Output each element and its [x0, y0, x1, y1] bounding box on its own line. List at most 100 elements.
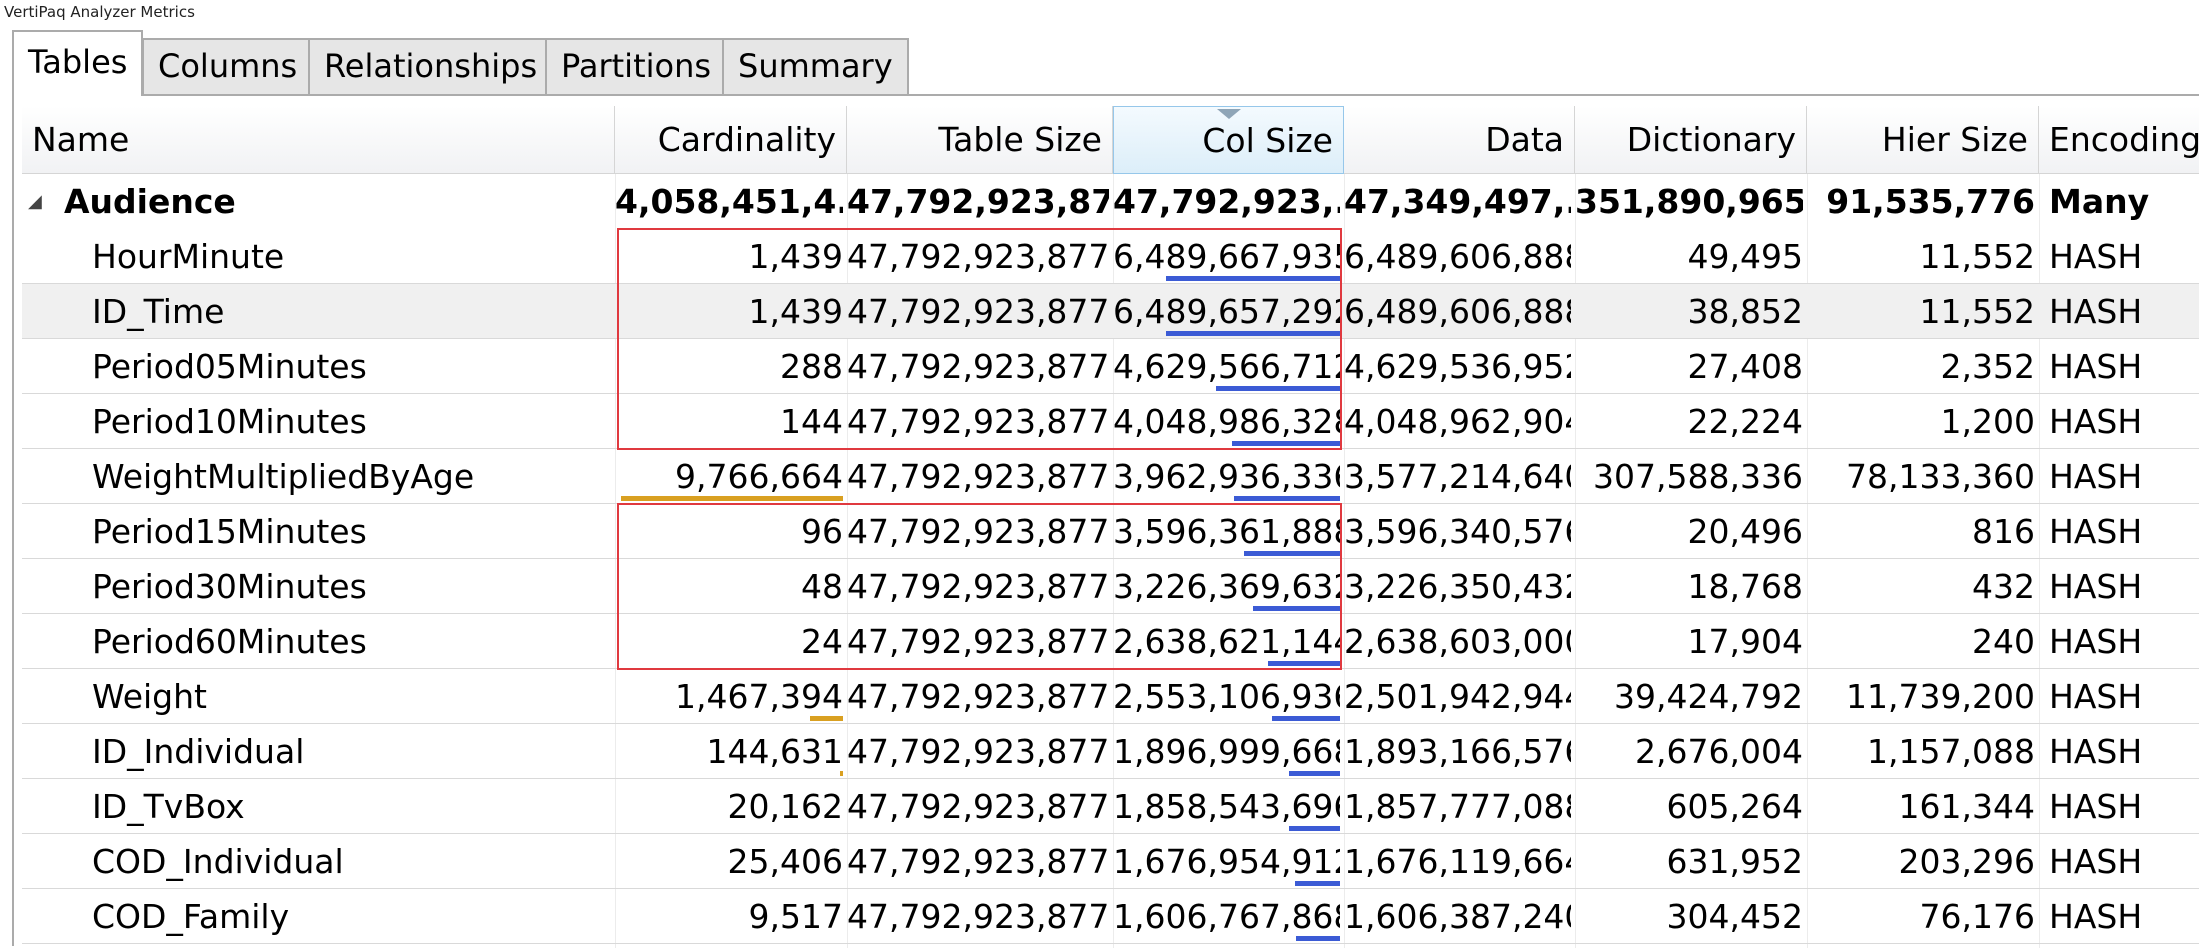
cell-table-size: 47,792,923,877 [847, 732, 1109, 771]
window-title: VertiPaq Analyzer Metrics [4, 3, 195, 21]
col-size-bar [1289, 771, 1340, 776]
table-row[interactable]: Period15Minutes 96 47,792,923,877 3,596,361… [22, 504, 2199, 559]
cell-data: 2,638,603,000 [1344, 622, 1571, 661]
column-header-table-size[interactable]: Table Size [847, 106, 1113, 174]
cell-cardinality: 96 [801, 512, 843, 551]
tab-summary[interactable]: Summary [722, 38, 909, 94]
cell-name: Period30Minutes [92, 567, 367, 606]
cell-encoding: HASH [2049, 732, 2143, 771]
col-size-bar [1166, 331, 1340, 336]
column-header-col-size[interactable]: Col Size [1113, 106, 1344, 174]
cell-hier-size: 1,200 [1940, 402, 2035, 441]
col-size-bar [1253, 606, 1340, 611]
table-row[interactable]: Period60Minutes 24 47,792,923,877 2,638,621… [22, 614, 2199, 669]
cell-encoding: HASH [2049, 897, 2143, 936]
cell-hier-size: 203,296 [1898, 842, 2035, 881]
tab-bar: Tables Columns Relationships Partitions … [0, 30, 2199, 96]
cell-dictionary: 304,452 [1666, 897, 1803, 936]
cell-dictionary: 2,676,004 [1635, 732, 1803, 771]
cell-encoding: HASH [2049, 842, 2143, 881]
cell-encoding: HASH [2049, 292, 2143, 331]
group-encoding: Many [2049, 182, 2150, 221]
sort-descending-icon [1216, 109, 1241, 119]
table-row[interactable]: COD_Family 9,517 47,792,923,877 1,606,767,8… [22, 889, 2199, 944]
group-col-size: 47,792,923,... [1113, 182, 1340, 221]
table-row[interactable]: HourMinute 1,439 47,792,923,877 6,489,667,9… [22, 229, 2199, 284]
cell-dictionary: 38,852 [1687, 292, 1803, 331]
cell-hier-size: 76,176 [1919, 897, 2035, 936]
table-row[interactable]: Period05Minutes 288 47,792,923,877 4,629,56… [22, 339, 2199, 394]
table-row[interactable]: ID_Individual 144,631 47,792,923,877 1,896,… [22, 724, 2199, 779]
cell-cardinality: 1,439 [748, 237, 843, 276]
tab-relationships[interactable]: Relationships [308, 38, 554, 94]
cell-table-size: 47,792,923,877 [847, 622, 1109, 661]
cell-name: ID_Individual [92, 732, 305, 771]
cell-encoding: HASH [2049, 457, 2143, 496]
table-row[interactable]: Period30Minutes 48 47,792,923,877 3,226,369… [22, 559, 2199, 614]
tab-partitions[interactable]: Partitions [545, 38, 728, 94]
cardinality-bar [810, 716, 843, 721]
cell-dictionary: 20,496 [1687, 512, 1803, 551]
column-header-dictionary[interactable]: Dictionary [1575, 106, 1807, 174]
cell-table-size: 47,792,923,877 [847, 842, 1109, 881]
cell-table-size: 47,792,923,877 [847, 512, 1109, 551]
cell-dictionary: 22,224 [1687, 402, 1803, 441]
table-group-row[interactable]: ◢ Audience 4,058,451,4... 47,792,923,877… [22, 174, 2199, 229]
column-header-hier-size[interactable]: Hier Size [1807, 106, 2039, 174]
cell-hier-size: 240 [1972, 622, 2035, 661]
cell-table-size: 47,792,923,877 [847, 402, 1109, 441]
table-row[interactable]: WeightMultipliedByAge 9,766,664 47,792,923… [22, 449, 2199, 504]
cell-data: 3,596,340,576 [1344, 512, 1571, 551]
column-header-data[interactable]: Data [1344, 106, 1575, 174]
cell-cardinality: 24 [801, 622, 843, 661]
col-size-bar [1234, 496, 1340, 501]
cell-cardinality: 48 [801, 567, 843, 606]
table-row[interactable]: COD_Individual 25,406 47,792,923,877 1,676,… [22, 834, 2199, 889]
tab-columns[interactable]: Columns [142, 38, 314, 94]
column-header-encoding[interactable]: Encoding [2039, 106, 2199, 174]
cell-name: Period15Minutes [92, 512, 367, 551]
col-size-bar [1244, 551, 1340, 556]
cell-dictionary: 27,408 [1687, 347, 1803, 386]
cell-data: 1,606,387,240 [1344, 897, 1571, 936]
table-row[interactable]: Period10Minutes 144 47,792,923,877 4,048,98… [22, 394, 2199, 449]
col-size-bar [1296, 936, 1340, 941]
cell-name: ID_TvBox [92, 787, 245, 826]
group-dictionary: 351,890,965 [1575, 182, 1803, 221]
cell-hier-size: 1,157,088 [1867, 732, 2035, 771]
cell-data: 3,577,214,640 [1344, 457, 1571, 496]
cell-dictionary: 307,588,336 [1593, 457, 1803, 496]
cell-encoding: HASH [2049, 347, 2143, 386]
table-row[interactable]: ID_TvBox 20,162 47,792,923,877 1,858,543,69… [22, 779, 2199, 834]
cell-hier-size: 11,552 [1919, 292, 2035, 331]
group-data: 47,349,497,... [1344, 182, 1571, 221]
cell-name: Period10Minutes [92, 402, 367, 441]
column-header-col-size-label: Col Size [1202, 121, 1333, 160]
collapse-triangle-icon[interactable]: ◢ [28, 174, 42, 229]
tab-tables[interactable]: Tables [12, 30, 144, 96]
cell-hier-size: 816 [1972, 512, 2035, 551]
cell-cardinality: 1,467,394 [675, 677, 843, 716]
col-size-bar [1295, 881, 1340, 886]
cell-table-size: 47,792,923,877 [847, 457, 1109, 496]
column-header-cardinality[interactable]: Cardinality [615, 106, 847, 174]
cell-encoding: HASH [2049, 787, 2143, 826]
table-row[interactable]: Weight 1,467,394 47,792,923,877 2,553,106,9… [22, 669, 2199, 724]
column-header-name[interactable]: Name [22, 106, 615, 174]
col-size-bar [1166, 276, 1340, 281]
cell-name: HourMinute [92, 237, 285, 276]
cell-encoding: HASH [2049, 402, 2143, 441]
cell-table-size: 47,792,923,877 [847, 567, 1109, 606]
cell-data: 1,893,166,576 [1344, 732, 1571, 771]
cell-cardinality: 25,406 [727, 842, 843, 881]
cell-table-size: 47,792,923,877 [847, 897, 1109, 936]
cell-dictionary: 39,424,792 [1614, 677, 1803, 716]
cell-encoding: HASH [2049, 622, 2143, 661]
cell-cardinality: 288 [780, 347, 843, 386]
cell-dictionary: 605,264 [1666, 787, 1803, 826]
cell-cardinality: 9,517 [748, 897, 843, 936]
cell-table-size: 47,792,923,877 [847, 237, 1109, 276]
cell-data: 2,501,942,944 [1344, 677, 1571, 716]
cell-name: Period60Minutes [92, 622, 367, 661]
table-row[interactable]: ID_Time 1,439 47,792,923,877 6,489,657,292 6… [22, 284, 2199, 339]
